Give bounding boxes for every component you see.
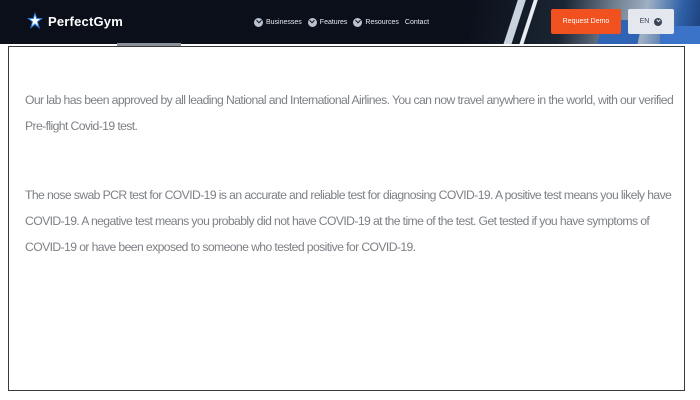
star-logo-icon: [26, 11, 44, 31]
content-panel: Our lab has been approved by all leading…: [8, 46, 685, 391]
nav-item-businesses[interactable]: Businesses: [254, 17, 302, 27]
language-selector[interactable]: EN: [628, 9, 674, 34]
chevron-down-icon: [353, 17, 363, 27]
nav-label-features: Features: [319, 18, 348, 26]
nav-item-contact[interactable]: Contact: [405, 19, 429, 26]
chevron-down-icon: [654, 17, 663, 26]
chevron-down-icon: [307, 17, 317, 27]
brand-logo[interactable]: PerfectGym: [26, 10, 123, 32]
pcr-test-paragraph: The nose swab PCR test for COVID-19 is a…: [25, 188, 672, 254]
nav-label-contact: Contact: [404, 18, 430, 26]
nav-item-resources[interactable]: Resources: [353, 17, 399, 27]
request-demo-button[interactable]: Request Demo: [551, 9, 621, 34]
main-nav: Businesses Features Resources Contact: [254, 14, 429, 30]
nav-label-businesses: Businesses: [266, 18, 302, 26]
intro-paragraph: Our lab has been approved by all leading…: [25, 93, 674, 133]
nav-item-features[interactable]: Features: [307, 17, 348, 27]
chevron-down-icon: [254, 17, 263, 27]
nav-label-resources: Resources: [365, 18, 399, 26]
top-navbar: PerfectGym Businesses Features Resources…: [0, 0, 700, 44]
language-label: EN: [639, 18, 650, 25]
brand-name: PerfectGym: [48, 13, 123, 29]
